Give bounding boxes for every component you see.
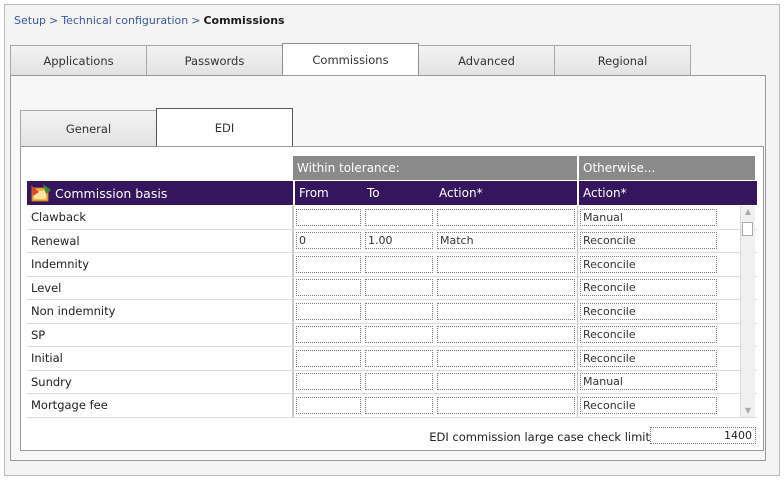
to-input[interactable]: 1.00: [365, 232, 433, 250]
action-select[interactable]: [437, 326, 575, 344]
otherwise-action-select[interactable]: Manual: [580, 373, 717, 391]
otherwise-action-select[interactable]: Reconcile: [580, 255, 717, 273]
main-tabs: Applications Passwords Commissions Advan…: [10, 43, 691, 75]
scroll-thumb[interactable]: [742, 222, 753, 236]
tab-regional[interactable]: Regional: [554, 45, 691, 75]
large-case-limit-input[interactable]: 1400: [650, 427, 756, 444]
rows-scrollbar[interactable]: ▲ ▼: [740, 206, 755, 417]
to-input[interactable]: [365, 326, 433, 344]
otherwise-action-select[interactable]: Reconcile: [580, 232, 717, 250]
row-basis: Initial: [27, 347, 293, 370]
table-row: Level Reconcile: [27, 276, 757, 300]
from-input[interactable]: [296, 255, 361, 273]
breadcrumb-separator: >: [191, 14, 201, 27]
action-select[interactable]: [437, 302, 575, 320]
from-input[interactable]: [296, 279, 361, 297]
action-select[interactable]: [437, 255, 575, 273]
sub-tabs: General EDI: [20, 108, 293, 146]
group-header-row: Within tolerance: Otherwise...: [293, 156, 755, 180]
breadcrumb: Setup > Technical configuration > Commission…: [14, 14, 285, 27]
row-basis: Indemnity: [27, 253, 293, 276]
table-row: Initial Reconcile: [27, 347, 757, 371]
row-basis: SP: [27, 323, 293, 346]
tab-advanced[interactable]: Advanced: [418, 45, 555, 75]
large-case-limit-label: EDI commission large case check limit: [429, 430, 650, 444]
action-select[interactable]: [437, 208, 575, 226]
table-row: Renewal 0 1.00 Match Reconcile: [27, 229, 757, 253]
table-row: Clawback Manual: [27, 206, 757, 230]
commission-basis-icon: [31, 184, 51, 202]
to-input[interactable]: [365, 255, 433, 273]
otherwise-action-select[interactable]: Manual: [580, 208, 717, 226]
table-row: SP Reconcile: [27, 323, 757, 347]
to-input[interactable]: [365, 302, 433, 320]
tab-passwords[interactable]: Passwords: [146, 45, 283, 75]
from-input[interactable]: [296, 302, 361, 320]
tab-general[interactable]: General: [20, 110, 157, 146]
row-basis: Level: [27, 276, 293, 299]
otherwise-action-select[interactable]: Reconcile: [580, 302, 717, 320]
breadcrumb-technical-configuration-link[interactable]: Technical configuration: [61, 14, 188, 27]
row-basis: Clawback: [27, 206, 293, 229]
column-header-row: Commission basis From To Action* Action*: [27, 181, 757, 205]
column-header-to: To: [367, 186, 380, 200]
breadcrumb-current: Commissions: [203, 14, 285, 27]
action-select[interactable]: Match: [437, 232, 575, 250]
action-select[interactable]: [437, 349, 575, 367]
table-row: Sundry Manual: [27, 370, 757, 394]
column-header-from: From: [293, 181, 363, 205]
breadcrumb-setup-link[interactable]: Setup: [14, 14, 46, 27]
from-input[interactable]: 0: [296, 232, 361, 250]
scroll-up-arrow-icon[interactable]: ▲: [741, 206, 755, 218]
row-basis: Mortgage fee: [27, 394, 293, 417]
tab-applications[interactable]: Applications: [10, 45, 147, 75]
from-input[interactable]: [296, 208, 361, 226]
to-input[interactable]: [365, 279, 433, 297]
commission-rows: Clawback Manual Renewal 0 1.00 Match Rec…: [27, 206, 757, 418]
group-within-tolerance: Within tolerance:: [293, 156, 577, 180]
scroll-down-arrow-icon[interactable]: ▼: [741, 405, 755, 417]
column-header-basis-label: Commission basis: [55, 185, 168, 201]
action-select[interactable]: [437, 396, 575, 414]
row-basis: Non indemnity: [27, 300, 293, 323]
from-input[interactable]: [296, 373, 361, 391]
column-header-action: Action*: [439, 186, 483, 200]
otherwise-action-select[interactable]: Reconcile: [580, 349, 717, 367]
action-select[interactable]: [437, 373, 575, 391]
column-header-otherwise-action: Action*: [577, 181, 757, 205]
tab-commissions[interactable]: Commissions: [282, 43, 419, 75]
otherwise-action-select[interactable]: Reconcile: [580, 279, 717, 297]
from-input[interactable]: [296, 326, 361, 344]
group-otherwise: Otherwise...: [579, 156, 755, 180]
row-basis: Sundry: [27, 370, 293, 393]
column-header-basis: Commission basis: [27, 181, 293, 205]
to-input[interactable]: [365, 396, 433, 414]
table-row: Non indemnity Reconcile: [27, 300, 757, 324]
to-input[interactable]: [365, 373, 433, 391]
from-input[interactable]: [296, 349, 361, 367]
table-row: Mortgage fee Reconcile: [27, 394, 757, 418]
breadcrumb-separator: >: [49, 14, 59, 27]
tab-edi[interactable]: EDI: [156, 108, 293, 146]
to-input[interactable]: [365, 208, 433, 226]
to-input[interactable]: [365, 349, 433, 367]
action-select[interactable]: [437, 279, 575, 297]
from-input[interactable]: [296, 396, 361, 414]
otherwise-action-select[interactable]: Reconcile: [580, 326, 717, 344]
table-row: Indemnity Reconcile: [27, 253, 757, 277]
row-basis: Renewal: [27, 229, 293, 252]
otherwise-action-select[interactable]: Reconcile: [580, 396, 717, 414]
